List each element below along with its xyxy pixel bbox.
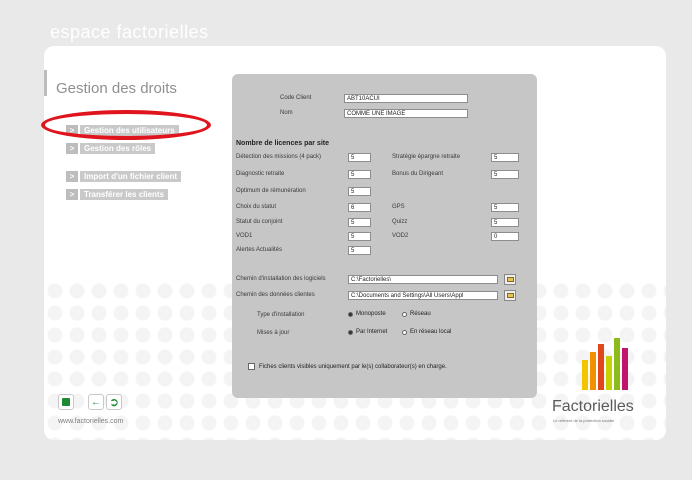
logo-tagline: Le référent de la protection sociale — [553, 418, 615, 423]
save-icon — [62, 398, 70, 406]
logo-wordmark: Factorielles — [552, 398, 634, 415]
chevron-right-icon: > — [66, 188, 78, 200]
site-url-link[interactable]: www.factorielles.com — [58, 418, 123, 425]
chevron-right-icon: > — [66, 170, 78, 182]
nom-field[interactable]: COMME UNE IMAGE — [344, 109, 468, 118]
licence-strategie-field[interactable]: 5 — [491, 153, 519, 162]
radio-unselected-icon — [402, 311, 407, 317]
install-type-label: Type d'installation — [257, 312, 305, 318]
section-accent-bar — [44, 70, 47, 96]
licence-label: Optimum de rémunération — [236, 188, 306, 194]
licence-vod1-field[interactable]: 5 — [348, 232, 371, 241]
exit-door-icon: ➲ — [108, 395, 120, 409]
brand-header: espace factorielles — [50, 22, 209, 42]
radio-reseau[interactable]: Réseau — [402, 311, 431, 317]
licence-label: Statut du conjoint — [236, 219, 283, 225]
factorielles-logo-icon — [582, 338, 628, 390]
licence-detection-field[interactable]: 5 — [348, 153, 371, 162]
licence-vod2-field[interactable]: 0 — [491, 232, 519, 241]
browse-data-path-button[interactable] — [504, 290, 516, 301]
back-button[interactable]: ← — [88, 394, 104, 410]
radio-reseau-local[interactable]: En réseau local — [402, 329, 451, 335]
install-path-field[interactable]: C:\Factorielles\ — [348, 275, 498, 284]
footer-toolbar: ← ➲ — [58, 394, 136, 410]
licence-quizz-field[interactable]: 5 — [491, 218, 519, 227]
licence-choix-statut-field[interactable]: 6 — [348, 203, 371, 212]
code-client-label: Code Client — [280, 95, 312, 101]
save-button[interactable] — [58, 394, 74, 410]
licence-alertes-field[interactable]: 5 — [348, 246, 371, 255]
radio-selected-icon — [348, 311, 353, 317]
code-client-field[interactable]: ABT10ACUI — [344, 94, 468, 103]
data-path-field[interactable]: C:\Documents and Settings\All Users\Appl — [348, 291, 498, 300]
sidebar-item-label: Import d'un fichier client — [80, 170, 182, 182]
install-path-label: Chemin d'installation des logiciels — [236, 276, 326, 282]
licence-label: Alertes Actualités — [236, 247, 283, 253]
licence-diagnostic-field[interactable]: 5 — [348, 170, 371, 179]
licence-bonus-field[interactable]: 5 — [491, 170, 519, 179]
data-path-label: Chemin des données clientes — [236, 292, 315, 298]
exit-button[interactable]: ➲ — [106, 394, 122, 410]
licence-label: Stratégie épargne retraite — [392, 154, 461, 160]
licence-gps-field[interactable]: 5 — [491, 203, 519, 212]
radio-par-internet[interactable]: Par Internet — [348, 329, 387, 335]
section-title: Gestion des droits — [56, 80, 177, 97]
licence-label: Diagnostic retraite — [236, 171, 285, 177]
sidebar-item-label: Gestion des rôles — [80, 142, 156, 154]
licence-statut-conjoint-field[interactable]: 5 — [348, 218, 371, 227]
sidebar-item-transferer-clients[interactable]: > Transférer les clients — [66, 188, 181, 200]
folder-icon — [506, 293, 514, 298]
checkbox-icon — [248, 363, 255, 370]
radio-selected-icon — [348, 329, 353, 335]
licences-group-title: Nombre de licences par site — [236, 140, 329, 147]
client-settings-panel: Code Client ABT10ACUI Nom COMME UNE IMAG… — [232, 74, 537, 398]
licence-optimum-field[interactable]: 5 — [348, 187, 371, 196]
sidebar-item-gestion-roles[interactable]: > Gestion des rôles — [66, 142, 181, 154]
licence-label: GPS — [392, 204, 405, 210]
licence-label: Détection des missions (4 pack) — [236, 154, 322, 160]
browse-install-path-button[interactable] — [504, 274, 516, 285]
licence-label: Quizz — [392, 219, 408, 225]
chevron-right-icon: > — [66, 142, 78, 154]
visibility-checkbox[interactable]: Fiches clients visibles uniquement par l… — [248, 363, 447, 370]
nom-label: Nom — [280, 110, 293, 116]
licence-label: Choix du statut — [236, 204, 277, 210]
folder-icon — [506, 277, 514, 282]
updates-label: Mises à jour — [257, 330, 290, 336]
back-arrow-icon: ← — [91, 396, 101, 408]
licence-label: VOD1 — [236, 233, 253, 239]
radio-monoposte[interactable]: Monoposte — [348, 311, 386, 317]
sidebar-item-label: Transférer les clients — [80, 188, 169, 200]
highlight-ellipse-annotation — [41, 110, 211, 140]
licence-label: VOD2 — [392, 233, 409, 239]
licence-label: Bonus du Dirigeant — [392, 171, 444, 177]
radio-unselected-icon — [402, 329, 407, 335]
sidebar-item-import-fichier[interactable]: > Import d'un fichier client — [66, 170, 182, 182]
